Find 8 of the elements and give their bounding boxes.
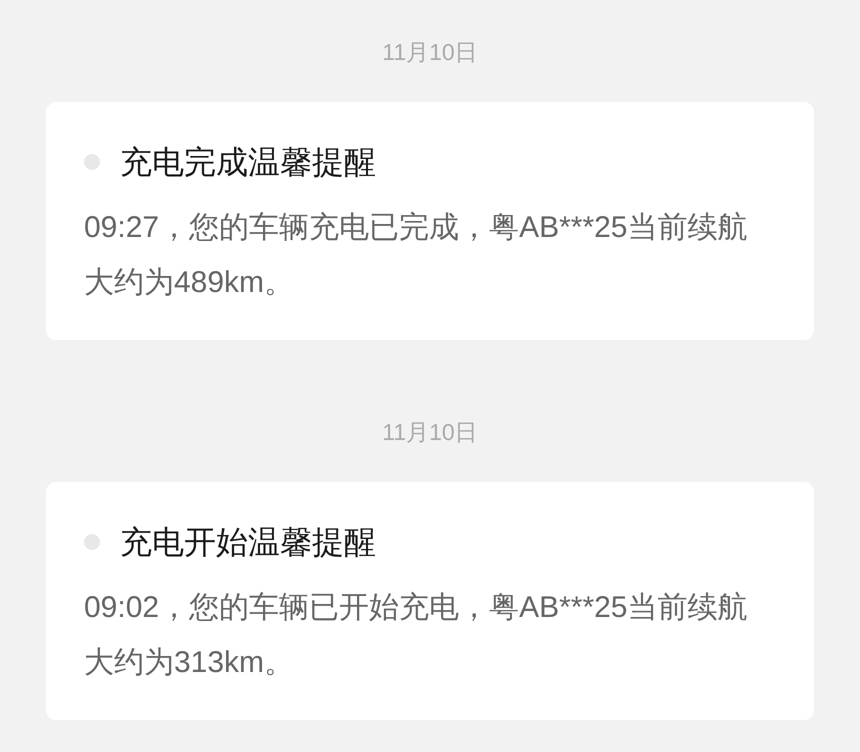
message-title: 充电开始温馨提醒 — [120, 523, 376, 562]
message-card[interactable]: 充电完成温馨提醒 09:27，您的车辆充电已完成，粤AB***25当前续航大约为489km。 — [46, 102, 814, 340]
message-title: 充电完成温馨提醒 — [120, 143, 376, 182]
message-card[interactable]: 充电开始温馨提醒 09:02，您的车辆已开始充电，粤AB***25当前续航大约为313km。 — [46, 482, 814, 720]
message-text: 09:02，您的车辆已开始充电，粤AB***25当前续航大约为313km。 — [84, 590, 748, 681]
message-date: 11月10日 — [381, 38, 479, 67]
message-text: 09:27，您的车辆充电已完成，粤AB***25当前续航大约为489km。 — [84, 210, 748, 301]
message-date: 11月10日 — [381, 418, 479, 447]
